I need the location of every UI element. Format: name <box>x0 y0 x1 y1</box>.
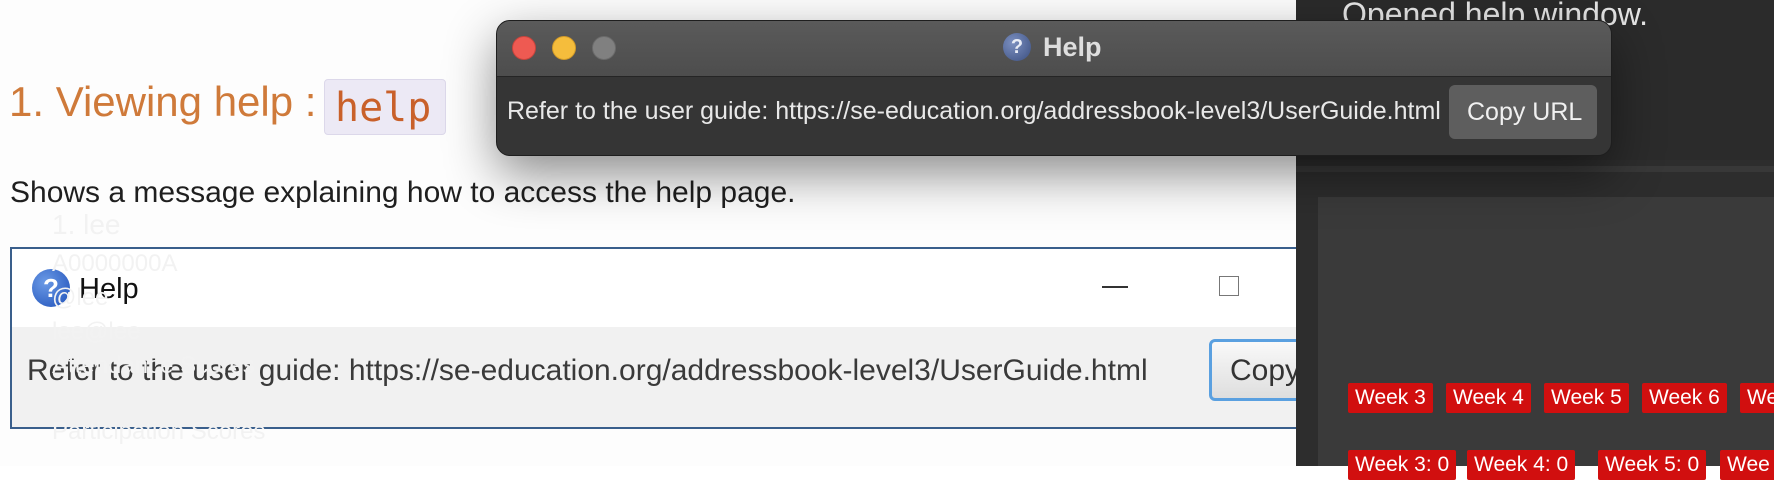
help-window-titlebar[interactable]: ? Help <box>497 21 1611 77</box>
attendance-tag: Week 4 <box>1446 383 1531 413</box>
question-circle-icon: ? <box>1003 33 1031 61</box>
command-code-text: help <box>335 85 432 131</box>
attendance-header: Attendance Scores <box>52 352 255 379</box>
person-email: lee@lee <box>52 318 141 345</box>
participation-tag: Week 3: 0 <box>1348 450 1457 480</box>
minimize-window-button[interactable] <box>552 36 576 60</box>
copy-url-label: Copy URL <box>1467 98 1583 126</box>
section-heading: 1. Viewing help : <box>9 78 317 125</box>
person-handle: @lee <box>52 284 109 311</box>
screenshot-copy-label: Copy <box>1230 354 1301 387</box>
attendance-tag: We <box>1740 383 1774 413</box>
panel-divider[interactable] <box>1296 166 1774 172</box>
screenshot-titlebar: ? Help <box>12 249 1308 327</box>
fullscreen-window-button[interactable] <box>592 36 616 60</box>
attendance-tag: Week 3 <box>1348 383 1433 413</box>
help-window[interactable]: ? Help Refer to the user guide: https://… <box>496 20 1612 156</box>
participation-tag: Week 4: 0 <box>1467 450 1576 480</box>
minimize-icon <box>1102 286 1128 288</box>
help-message: Refer to the user guide: https://se-educ… <box>507 97 1441 125</box>
participation-header: Participation Scores <box>52 418 266 445</box>
copy-url-button[interactable]: Copy URL <box>1449 85 1597 139</box>
person-name: 1. lee <box>52 209 121 240</box>
participation-tag: Wee <box>1720 450 1774 480</box>
close-window-button[interactable] <box>512 36 536 60</box>
help-window-title: Help <box>1043 32 1102 62</box>
maximize-icon <box>1219 276 1239 296</box>
attendance-tag: Week 5 <box>1544 383 1629 413</box>
section-description: Shows a message explaining how to access… <box>10 176 796 209</box>
command-code-badge: help <box>324 79 446 135</box>
person-id: A0000000A <box>52 250 178 277</box>
attendance-tag: Week 6 <box>1642 383 1727 413</box>
person-card[interactable] <box>1318 197 1774 466</box>
help-window-screenshot: ? Help Refer to the user guide: https://… <box>10 247 1329 429</box>
participation-tag: Week 5: 0 <box>1598 450 1707 480</box>
